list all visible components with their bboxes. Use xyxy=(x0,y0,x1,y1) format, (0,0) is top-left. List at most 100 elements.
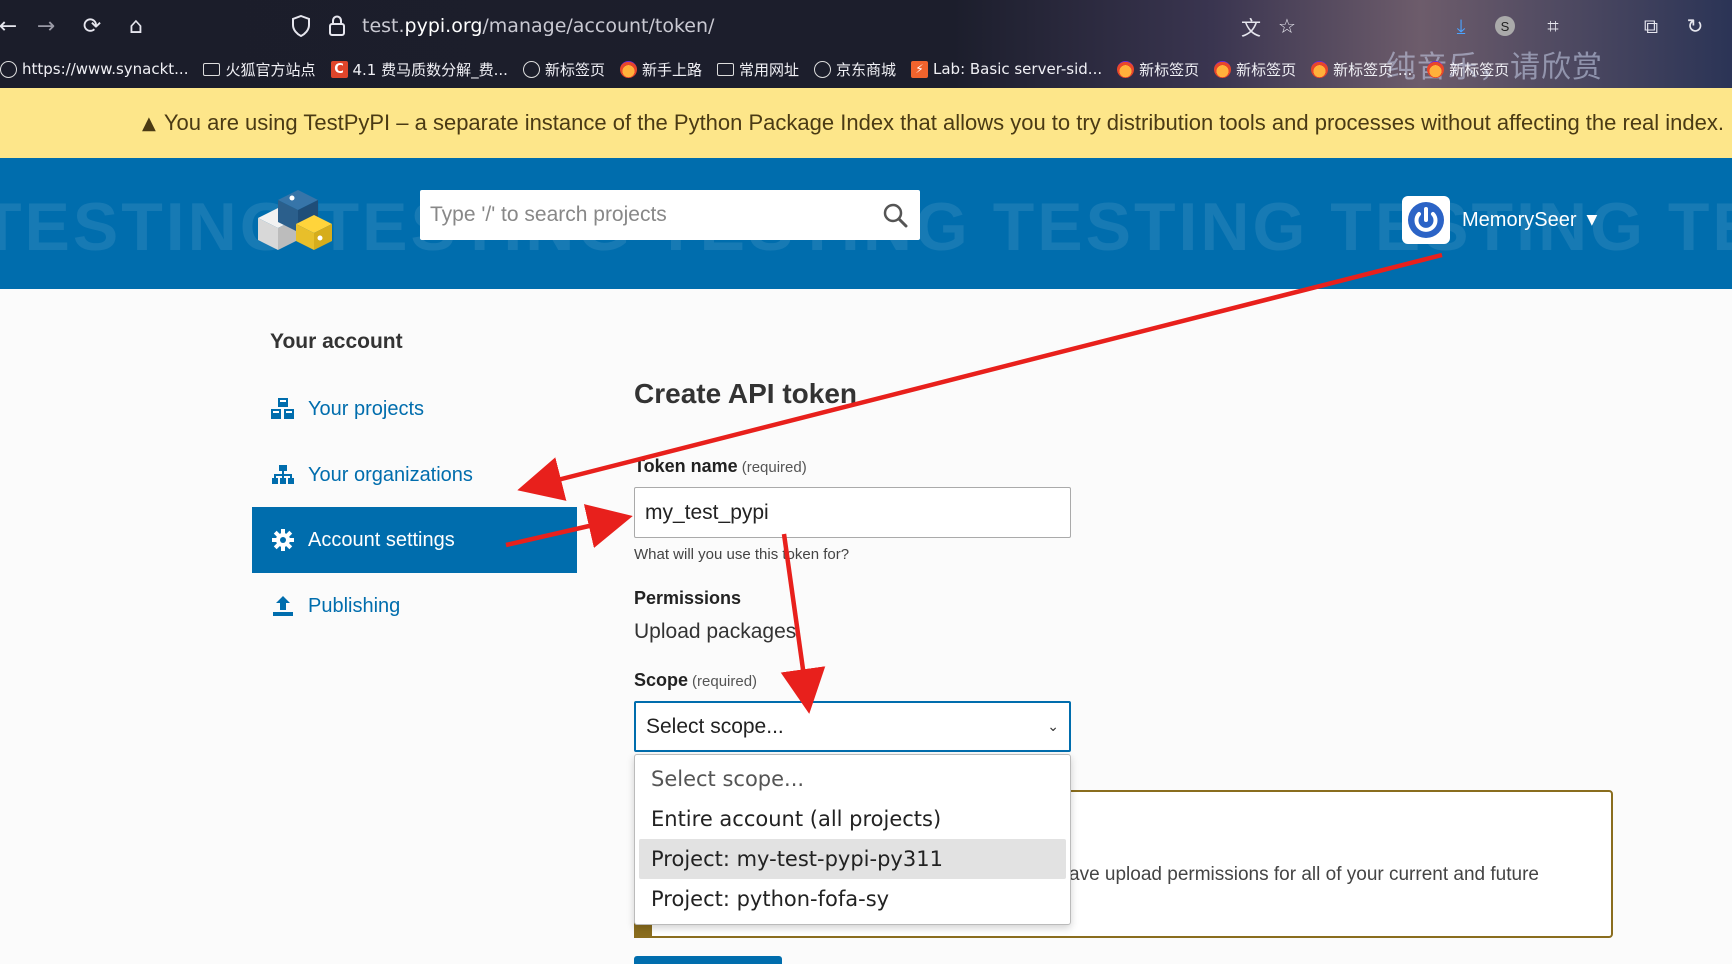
back-icon[interactable]: ← xyxy=(0,12,22,40)
required-marker: (required) xyxy=(692,673,758,690)
crop-icon[interactable]: ⌗ xyxy=(1540,12,1566,40)
lab-icon: ⚡ xyxy=(911,60,928,78)
sync-icon[interactable]: ↻ xyxy=(1682,12,1708,40)
bookmark-item[interactable]: 新标签页 xyxy=(1427,59,1509,80)
scope-option[interactable]: Entire account (all projects) xyxy=(639,799,1066,839)
bookmark-label: 新标签页 xyxy=(544,60,605,79)
scope-dropdown: Select scope... Entire account (all proj… xyxy=(634,754,1071,925)
chevron-down-icon: ⌄ xyxy=(1047,718,1059,735)
sidebar-item-label: Your organizations xyxy=(308,463,473,486)
page-title: Create API token xyxy=(634,378,858,409)
bookmark-label: Lab: Basic server-sid... xyxy=(933,60,1103,78)
bookmark-label: https://www.synackt... xyxy=(22,60,189,78)
scope-selected-value: Select scope... xyxy=(646,714,784,738)
folder-icon xyxy=(716,62,734,76)
token-name-label-text: Token name xyxy=(634,456,738,476)
sidebar-item-your-organizations[interactable]: Your organizations xyxy=(252,442,577,508)
warning-icon: ▲ xyxy=(142,112,156,134)
scope-option[interactable]: Select scope... xyxy=(639,759,1066,799)
fox-icon xyxy=(1311,60,1329,78)
upload-icon xyxy=(270,593,296,619)
download-icon[interactable]: ⤓ xyxy=(1448,12,1474,40)
account-icon[interactable]: S xyxy=(1492,12,1518,40)
folder-icon xyxy=(203,62,221,76)
bookmark-label: 新标签页 xyxy=(1236,60,1297,79)
scope-select[interactable]: Select scope... ⌄ xyxy=(634,701,1071,752)
sidebar-item-publishing[interactable]: Publishing xyxy=(252,573,577,639)
search-input[interactable] xyxy=(420,190,870,240)
bookmark-item[interactable]: 新标签页 xyxy=(1214,59,1296,80)
arrow-user-to-account-settings xyxy=(517,252,1443,501)
bookmark-item[interactable]: 新手上路 xyxy=(619,59,702,80)
globe-icon xyxy=(0,60,17,78)
sidebar-item-your-projects[interactable]: Your projects xyxy=(252,376,577,442)
fox-icon xyxy=(1214,60,1232,78)
permissions-value: Upload packages xyxy=(634,620,797,643)
lock-icon[interactable] xyxy=(326,15,348,37)
svg-text:S: S xyxy=(1501,19,1510,34)
bookmark-item[interactable]: 京东商城 xyxy=(813,59,896,80)
search-icon[interactable] xyxy=(870,190,920,240)
url-prefix: test. xyxy=(362,15,405,37)
shield-icon[interactable] xyxy=(290,15,312,37)
browser-chrome: ← → ⟳ ⌂ test.pypi.org/manage/account/tok… xyxy=(0,0,1732,88)
create-token-button[interactable] xyxy=(634,956,782,964)
sidebar-item-label: Your projects xyxy=(308,397,424,420)
url-domain: pypi.org xyxy=(404,15,483,37)
fox-icon xyxy=(1427,60,1445,78)
url-text: test.pypi.org/manage/account/token/ xyxy=(362,15,714,37)
username[interactable]: MemorySeer xyxy=(1462,209,1576,232)
bookmark-item[interactable]: 新标签页 xyxy=(1117,59,1199,80)
fox-icon xyxy=(619,60,637,78)
csdn-icon: C xyxy=(330,60,348,78)
extensions-icon[interactable]: ⧉ xyxy=(1638,12,1664,40)
sidebar-item-label: Publishing xyxy=(308,594,401,617)
bookmark-item[interactable]: ⚡ Lab: Basic server-sid... xyxy=(911,60,1102,78)
bookmark-item[interactable]: 火狐官方站点 xyxy=(203,59,316,80)
star-icon[interactable]: ☆ xyxy=(1274,12,1300,40)
forward-icon[interactable]: → xyxy=(32,12,60,40)
bookmark-item[interactable]: C 4.1 费马质数分解_费... xyxy=(330,59,508,80)
sidebar-heading: Your account xyxy=(270,330,403,353)
avatar[interactable] xyxy=(1402,196,1450,244)
sitemap-icon xyxy=(270,462,296,488)
bookmark-label: 京东商城 xyxy=(835,60,896,79)
bookmark-label: 新标签页 xyxy=(1449,60,1510,79)
screenshot-root: ← → ⟳ ⌂ test.pypi.org/manage/account/tok… xyxy=(0,0,1732,964)
token-name-label: Token name (required) xyxy=(634,456,807,477)
bookmark-label: 新标签页 ... xyxy=(1333,60,1413,79)
bookmark-label: 火狐官方站点 xyxy=(225,60,316,79)
bookmark-label: 新手上路 xyxy=(641,60,702,79)
caret-down-icon[interactable]: ▼ xyxy=(1586,212,1597,228)
token-name-input[interactable] xyxy=(634,487,1071,538)
bookmark-item[interactable]: 常用网址 xyxy=(716,59,799,80)
pypi-logo[interactable] xyxy=(248,178,338,258)
scope-option[interactable]: Project: my-test-pypi-py311 xyxy=(639,839,1066,879)
search-box xyxy=(420,190,920,240)
banner-text: You are using TestPyPI – a separate inst… xyxy=(163,110,1724,135)
cubes-icon xyxy=(270,396,296,422)
testpypi-banner: ▲ You are using TestPyPI – a separate in… xyxy=(0,88,1732,158)
token-name-help: What will you use this token for? xyxy=(634,546,850,563)
globe-icon xyxy=(813,60,831,78)
translate-icon[interactable]: 文 xyxy=(1238,12,1264,40)
bookmark-item[interactable]: 新标签页 xyxy=(522,59,605,80)
sidebar-item-account-settings[interactable]: Account settings xyxy=(252,507,577,573)
bookmark-item[interactable]: https://www.synackt... xyxy=(0,60,188,78)
address-bar[interactable]: test.pypi.org/manage/account/token/ xyxy=(290,8,714,44)
bookmark-label: 常用网址 xyxy=(738,60,799,79)
notice-text: ave upload permissions for all of your c… xyxy=(1069,864,1539,885)
bookmarks-bar: https://www.synackt... 火狐官方站点 C 4.1 费马质数分解_… xyxy=(0,52,1732,86)
user-menu[interactable]: MemorySeer ▼ xyxy=(1402,196,1597,244)
bookmark-item[interactable]: 新标签页 ... xyxy=(1311,59,1412,80)
fox-icon xyxy=(1117,60,1135,78)
home-icon[interactable]: ⌂ xyxy=(122,12,150,40)
scope-label-text: Scope xyxy=(634,670,689,690)
globe-icon xyxy=(522,60,540,78)
bookmark-label: 4.1 费马质数分解_费... xyxy=(352,60,508,79)
reload-icon[interactable]: ⟳ xyxy=(78,12,106,40)
bookmark-label: 新标签页 xyxy=(1139,60,1200,79)
scope-option[interactable]: Project: python-fofa-sy xyxy=(639,879,1066,919)
required-marker: (required) xyxy=(741,459,807,476)
cog-icon xyxy=(270,527,296,553)
